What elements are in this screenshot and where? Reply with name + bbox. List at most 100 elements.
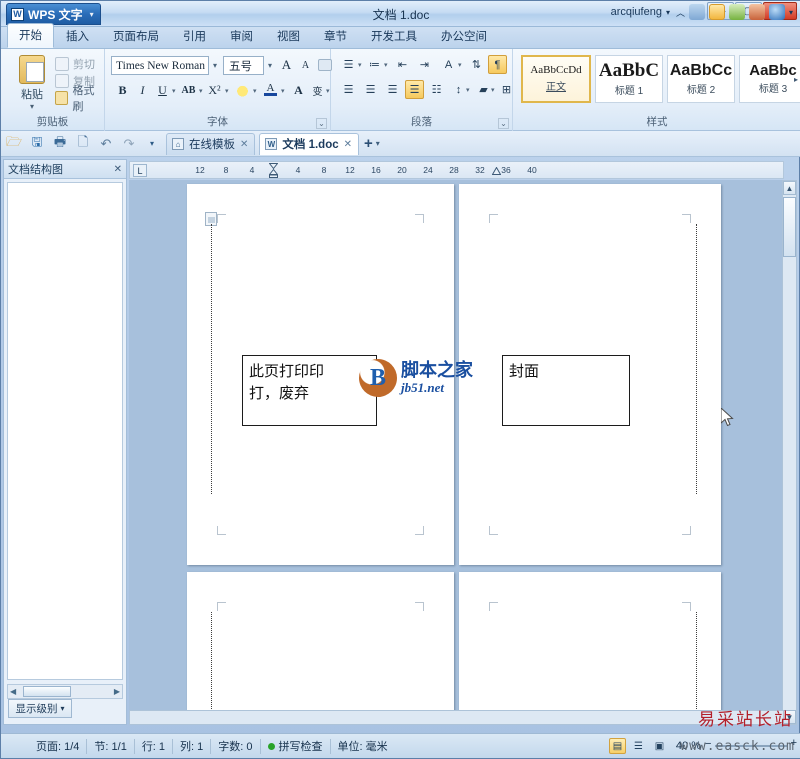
strikethrough-button[interactable]: AB	[179, 81, 198, 100]
vertical-scrollbar[interactable]: ▲ ▼	[782, 180, 797, 725]
vertical-scrollbar-thumb[interactable]	[783, 197, 796, 257]
font-dialog-launcher[interactable]: ⌄	[316, 118, 327, 129]
tab-stop-selector[interactable]: L	[133, 164, 147, 177]
highlight-color-button[interactable]	[233, 81, 252, 100]
customize-quick-access-icon[interactable]: ▾	[142, 134, 162, 154]
chevron-down-icon[interactable]: ▾	[30, 102, 34, 111]
increase-indent-button[interactable]: ⇥	[415, 55, 434, 74]
horizontal-scrollbar[interactable]	[129, 710, 784, 725]
chevron-down-icon[interactable]: ▾	[326, 87, 330, 95]
sort-button[interactable]: ⇅	[467, 55, 486, 74]
tab-office-space[interactable]: 办公空间	[429, 24, 499, 48]
style-item-heading-3[interactable]: AaBbc 标题 3	[739, 55, 800, 103]
dove-icon[interactable]	[688, 4, 705, 20]
document-page-2[interactable]: 封面	[459, 184, 721, 565]
doc-tab-online-templates[interactable]: ⌂ 在线模板 ✕	[166, 132, 256, 155]
print-icon[interactable]: 🖶	[50, 134, 70, 154]
document-page-1[interactable]: 此页打印印 打，废弃	[187, 184, 454, 565]
distribute-button[interactable]: ☷	[427, 80, 446, 99]
page-view-icon[interactable]: ▤	[608, 738, 626, 754]
bullets-button[interactable]: ☰	[339, 55, 358, 74]
chevron-down-icon[interactable]: ▾	[281, 87, 285, 95]
document-page-4[interactable]	[459, 572, 721, 725]
chevron-down-icon[interactable]: ▾	[466, 86, 470, 94]
document-canvas[interactable]: 此页打印印 打，废弃 封面	[129, 180, 784, 725]
bold-button[interactable]: B	[113, 81, 132, 100]
open-icon[interactable]: 🗁	[4, 134, 24, 154]
mail-icon[interactable]	[728, 4, 745, 20]
font-size-combo[interactable]: 五号	[223, 56, 264, 75]
redo-icon[interactable]: ↷	[119, 134, 139, 154]
font-name-combo[interactable]: Times New Roman	[111, 56, 209, 75]
chevron-down-icon[interactable]: ▾	[358, 61, 362, 69]
scroll-up-icon[interactable]: ▲	[783, 181, 796, 195]
format-painter-button[interactable]: 格式刷	[55, 85, 104, 113]
close-icon[interactable]: ✕	[344, 139, 352, 150]
show-levels-button[interactable]: 显示级别 ▾	[8, 699, 72, 718]
font-color-button[interactable]: A	[261, 80, 280, 99]
pinyin-guide-button[interactable]: 变	[308, 81, 327, 100]
collapse-ribbon-icon[interactable]: ︿	[676, 6, 685, 19]
user-name-label[interactable]: arcqiufeng	[611, 6, 662, 18]
justify-button[interactable]: ☰	[405, 80, 424, 99]
cut-button[interactable]: 剪切	[55, 55, 104, 72]
tab-developer-tools[interactable]: 开发工具	[359, 24, 429, 48]
home-icon[interactable]	[708, 4, 725, 20]
close-icon[interactable]: ✕	[240, 139, 248, 150]
new-document-button[interactable]: +	[364, 135, 373, 152]
tab-insert[interactable]: 插入	[54, 24, 101, 48]
close-icon[interactable]: ✕	[114, 164, 122, 175]
undo-icon[interactable]: ↶	[96, 134, 116, 154]
first-line-indent-marker[interactable]	[268, 163, 279, 178]
document-map-content[interactable]	[7, 182, 123, 680]
chevron-down-icon[interactable]: ▾	[268, 61, 272, 70]
tab-sections[interactable]: 章节	[312, 24, 359, 48]
italic-button[interactable]: I	[133, 81, 152, 100]
tab-page-layout[interactable]: 页面布局	[101, 24, 171, 48]
document-map-hscrollbar[interactable]: ◀ ▶	[7, 684, 123, 699]
chevron-down-icon[interactable]: ▾	[458, 61, 462, 69]
text-box-cover[interactable]: 封面	[502, 355, 630, 426]
grow-font-button[interactable]: A	[277, 55, 296, 74]
chevron-down-icon[interactable]: ▾	[384, 61, 388, 69]
numbering-button[interactable]: ≔	[365, 55, 384, 74]
chevron-down-icon[interactable]: ▾	[172, 87, 176, 95]
chevron-down-icon[interactable]: ▾	[491, 86, 495, 94]
right-indent-marker[interactable]	[491, 166, 502, 178]
save-icon[interactable]: 🖫	[27, 134, 47, 154]
styles-more-button[interactable]: ▸	[794, 75, 798, 84]
align-right-button[interactable]: ☰	[383, 80, 402, 99]
status-section[interactable]: 节: 1/1	[87, 738, 135, 754]
scrollbar-thumb[interactable]	[23, 686, 71, 697]
horizontal-ruler[interactable]: L 12 8 4 4 8 12 16 20 24 28 32 36 40	[129, 161, 784, 179]
web-view-icon[interactable]: ▣	[651, 738, 668, 754]
document-page-3[interactable]	[187, 572, 454, 725]
print-preview-icon[interactable]: 🗋	[73, 134, 93, 154]
status-column[interactable]: 列: 1	[173, 738, 212, 754]
status-word-count[interactable]: 字数: 0	[211, 738, 261, 754]
face-icon[interactable]	[748, 4, 765, 20]
style-item-heading-1[interactable]: AaBbC 标题 1	[595, 55, 663, 103]
show-formatting-marks-button[interactable]: ¶	[488, 55, 507, 74]
chevron-down-icon[interactable]: ▾	[225, 87, 229, 95]
style-item-body[interactable]: AaBbCcDd 正文	[521, 55, 591, 103]
superscript-button[interactable]: X²	[205, 81, 224, 100]
more-icon[interactable]: ▾	[789, 8, 793, 17]
character-shading-button[interactable]: A	[289, 81, 308, 100]
chevron-down-icon[interactable]: ▾	[199, 87, 203, 95]
tab-references[interactable]: 引用	[171, 24, 218, 48]
align-center-button[interactable]: ☰	[361, 80, 380, 99]
status-unit[interactable]: 单位: 毫米	[331, 739, 395, 754]
tab-view[interactable]: 视图	[265, 24, 312, 48]
paragraph-dialog-launcher[interactable]: ⌄	[498, 118, 509, 129]
status-spell-check[interactable]: 拼写检查	[261, 738, 331, 754]
shrink-font-button[interactable]: A	[296, 56, 315, 75]
chevron-down-icon[interactable]: ▾	[666, 8, 670, 17]
asian-layout-button[interactable]: A	[439, 55, 458, 74]
outline-view-icon[interactable]: ☰	[630, 738, 647, 754]
underline-button[interactable]: U	[153, 81, 172, 100]
scroll-left-icon[interactable]: ◀	[8, 687, 18, 696]
tab-review[interactable]: 审阅	[218, 24, 265, 48]
status-page[interactable]: 页面: 1/4	[29, 738, 88, 754]
align-left-button[interactable]: ☰	[339, 80, 358, 99]
